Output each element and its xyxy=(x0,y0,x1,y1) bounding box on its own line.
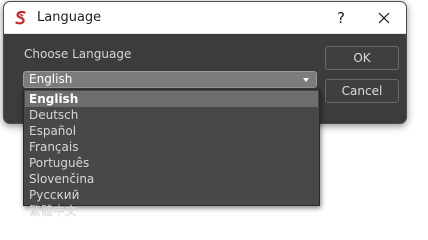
language-option-espanol[interactable]: Español xyxy=(25,123,318,139)
language-dialog: Language ? Choose Language English OK Ca… xyxy=(3,1,407,218)
language-option-portugues[interactable]: Português xyxy=(25,155,318,171)
help-button[interactable]: ? xyxy=(318,2,364,34)
app-logo-icon xyxy=(12,9,30,27)
window-title: Language xyxy=(37,10,102,25)
language-option-russian[interactable]: Русский xyxy=(25,187,318,203)
language-option-slovencina[interactable]: Slovenčina xyxy=(25,171,318,187)
language-select[interactable]: English xyxy=(23,71,317,88)
language-option-francais[interactable]: Français xyxy=(25,139,318,155)
title-bar: Language ? xyxy=(4,2,406,34)
ok-button[interactable]: OK xyxy=(325,46,399,70)
language-select-value: English xyxy=(29,72,73,86)
language-dropdown-list: English Deutsch Español Français Portugu… xyxy=(23,89,320,218)
chevron-down-icon xyxy=(303,78,309,82)
language-option-traditional-chinese[interactable]: 繁體中文 xyxy=(25,203,318,219)
choose-language-label: Choose Language xyxy=(24,47,132,61)
cancel-button[interactable]: Cancel xyxy=(325,79,399,103)
close-button[interactable] xyxy=(361,2,407,34)
language-option-english[interactable]: English xyxy=(25,91,318,107)
close-icon xyxy=(378,12,390,24)
language-option-deutsch[interactable]: Deutsch xyxy=(25,107,318,123)
help-icon: ? xyxy=(337,9,345,27)
